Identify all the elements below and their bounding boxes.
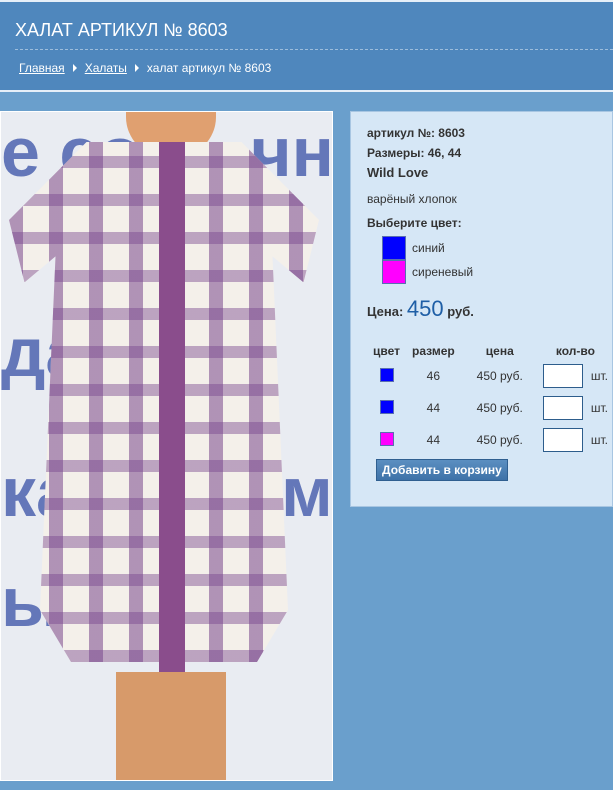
article-number: артикул №: 8603 xyxy=(367,126,465,140)
chevron-right-icon xyxy=(72,64,77,72)
dress-placket xyxy=(159,142,185,672)
breadcrumb-robes[interactable]: Халаты xyxy=(85,61,127,75)
chevron-right-icon xyxy=(134,64,139,72)
col-color: цвет xyxy=(373,344,400,358)
brand: Wild Love xyxy=(367,165,429,180)
color-square xyxy=(379,367,394,382)
price-currency: руб. xyxy=(447,304,474,319)
col-qty: кол-во xyxy=(555,344,595,358)
price: Цена: 450 руб. xyxy=(367,296,474,322)
quantity-input[interactable] xyxy=(542,428,583,452)
choose-color-label: Выберите цвет: xyxy=(367,216,462,230)
divider xyxy=(15,49,613,50)
size-cell: 44 xyxy=(426,401,441,415)
table-row: 46 450 руб. шт. xyxy=(367,360,612,392)
breadcrumb: Главная Халаты халат артикул № 8603 xyxy=(19,61,271,75)
size-cell: 44 xyxy=(426,433,441,447)
mannequin-legs xyxy=(116,672,226,780)
quantity-input[interactable] xyxy=(542,396,583,420)
page-title: ХАЛАТ АРТИКУЛ № 8603 xyxy=(15,20,228,40)
table-row: 44 450 руб. шт. xyxy=(367,424,612,456)
col-size: размер xyxy=(412,344,455,358)
price-cell: 450 руб. xyxy=(476,401,523,415)
material: варёный хлопок xyxy=(367,192,457,206)
color-swatch-blue[interactable] xyxy=(382,236,406,260)
unit-cell: шт. xyxy=(590,369,608,383)
size-cell: 46 xyxy=(426,369,441,383)
price-label: Цена: xyxy=(367,304,404,319)
col-price: цена xyxy=(485,344,514,358)
color-label-blue: синий xyxy=(412,241,445,255)
page-header: ХАЛАТ АРТИКУЛ № 8603 Главная Халаты хала… xyxy=(0,0,613,92)
color-square xyxy=(379,399,394,414)
breadcrumb-current: халат артикул № 8603 xyxy=(146,61,272,75)
price-cell: 450 руб. xyxy=(476,433,523,447)
product-photo[interactable]: e co да ка ы чн ма xyxy=(0,111,333,781)
product-info-panel: артикул №: 8603 Размеры: 46, 44 Wild Lov… xyxy=(350,111,613,507)
unit-cell: шт. xyxy=(590,401,608,415)
unit-cell: шт. xyxy=(590,433,608,447)
table-row: 44 450 руб. шт. xyxy=(367,392,612,424)
color-swatch-lilac[interactable] xyxy=(382,260,406,284)
color-label-lilac: сиреневый xyxy=(412,265,474,279)
color-square xyxy=(379,431,394,446)
price-value: 450 xyxy=(406,296,444,321)
sizes: Размеры: 46, 44 xyxy=(367,146,462,160)
add-to-cart-button[interactable]: Добавить в корзину xyxy=(376,459,508,481)
breadcrumb-home[interactable]: Главная xyxy=(19,61,65,75)
price-cell: 450 руб. xyxy=(476,369,523,383)
variants-table: цвет размер цена кол-во 46 450 руб. шт. … xyxy=(367,342,612,456)
quantity-input[interactable] xyxy=(542,364,583,388)
